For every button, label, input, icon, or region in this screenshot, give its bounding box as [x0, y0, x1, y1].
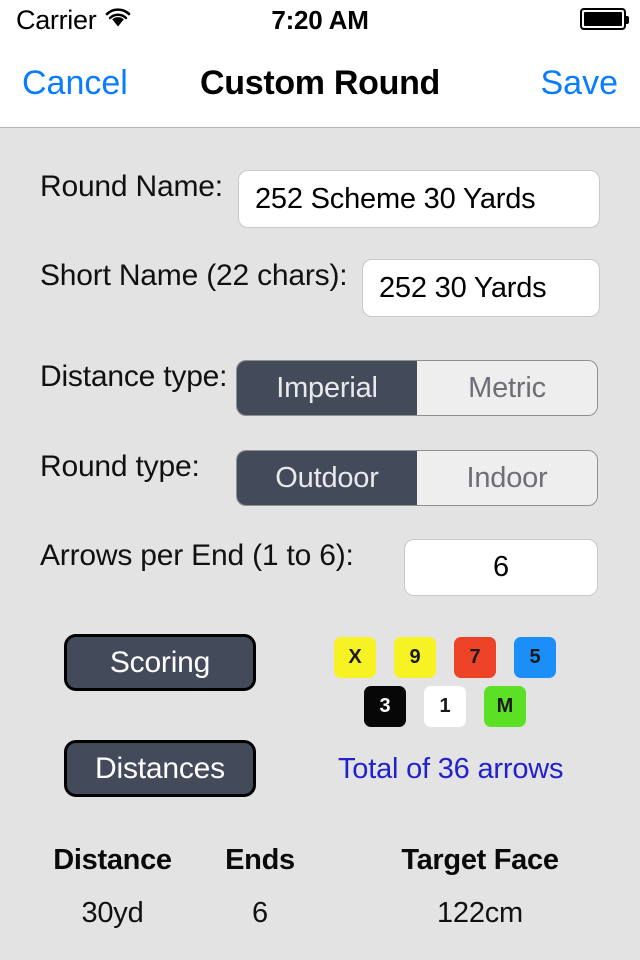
- status-bar-right: [580, 8, 629, 30]
- segment-metric[interactable]: Metric: [417, 361, 597, 415]
- distance-type-label: Distance type:: [40, 360, 228, 393]
- navigation-bar: Cancel Custom Round Save: [0, 40, 640, 128]
- short-name-label: Short Name (22 chars):: [40, 259, 348, 292]
- status-bar-time: 7:20 AM: [271, 4, 369, 35]
- save-button[interactable]: Save: [541, 64, 619, 103]
- battery-fill: [584, 12, 622, 26]
- custom-round-form: Round Name: 252 Scheme 30 Yards Short Na…: [0, 129, 640, 960]
- table-cell-target-face: 122cm: [436, 897, 524, 929]
- round-name-label: Round Name:: [40, 170, 223, 203]
- round-name-input[interactable]: 252 Scheme 30 Yards: [238, 170, 600, 228]
- distances-button[interactable]: Distances: [64, 740, 256, 797]
- score-badge-x[interactable]: X: [334, 637, 376, 678]
- arrows-per-end-input[interactable]: 6: [404, 539, 598, 596]
- score-badge-1[interactable]: 1: [424, 686, 466, 727]
- table-cell-ends: 6: [252, 897, 268, 929]
- score-badge-3[interactable]: 3: [364, 686, 406, 727]
- round-type-label: Round type:: [40, 450, 200, 483]
- segment-indoor[interactable]: Indoor: [417, 451, 597, 505]
- score-badge-5[interactable]: 5: [514, 637, 556, 678]
- table-header-ends: Ends: [225, 844, 295, 876]
- scoring-button[interactable]: Scoring: [64, 634, 256, 691]
- arrows-per-end-label: Arrows per End (1 to 6):: [40, 539, 354, 572]
- battery-nub: [626, 16, 629, 24]
- battery-icon: [580, 8, 629, 30]
- total-arrows-label: Total of 36 arrows: [338, 753, 564, 785]
- distance-type-segmented-control[interactable]: Imperial Metric: [236, 360, 598, 416]
- segment-imperial[interactable]: Imperial: [237, 361, 417, 415]
- round-type-segmented-control[interactable]: Outdoor Indoor: [236, 450, 598, 506]
- segment-outdoor[interactable]: Outdoor: [237, 451, 417, 505]
- score-badge-m[interactable]: M: [484, 686, 526, 727]
- status-bar: Carrier 7:20 AM: [0, 0, 640, 40]
- short-name-input[interactable]: 252 30 Yards: [362, 259, 600, 317]
- table-header-target-face: Target Face: [401, 844, 559, 876]
- score-badge-9[interactable]: 9: [394, 637, 436, 678]
- score-badge-7[interactable]: 7: [454, 637, 496, 678]
